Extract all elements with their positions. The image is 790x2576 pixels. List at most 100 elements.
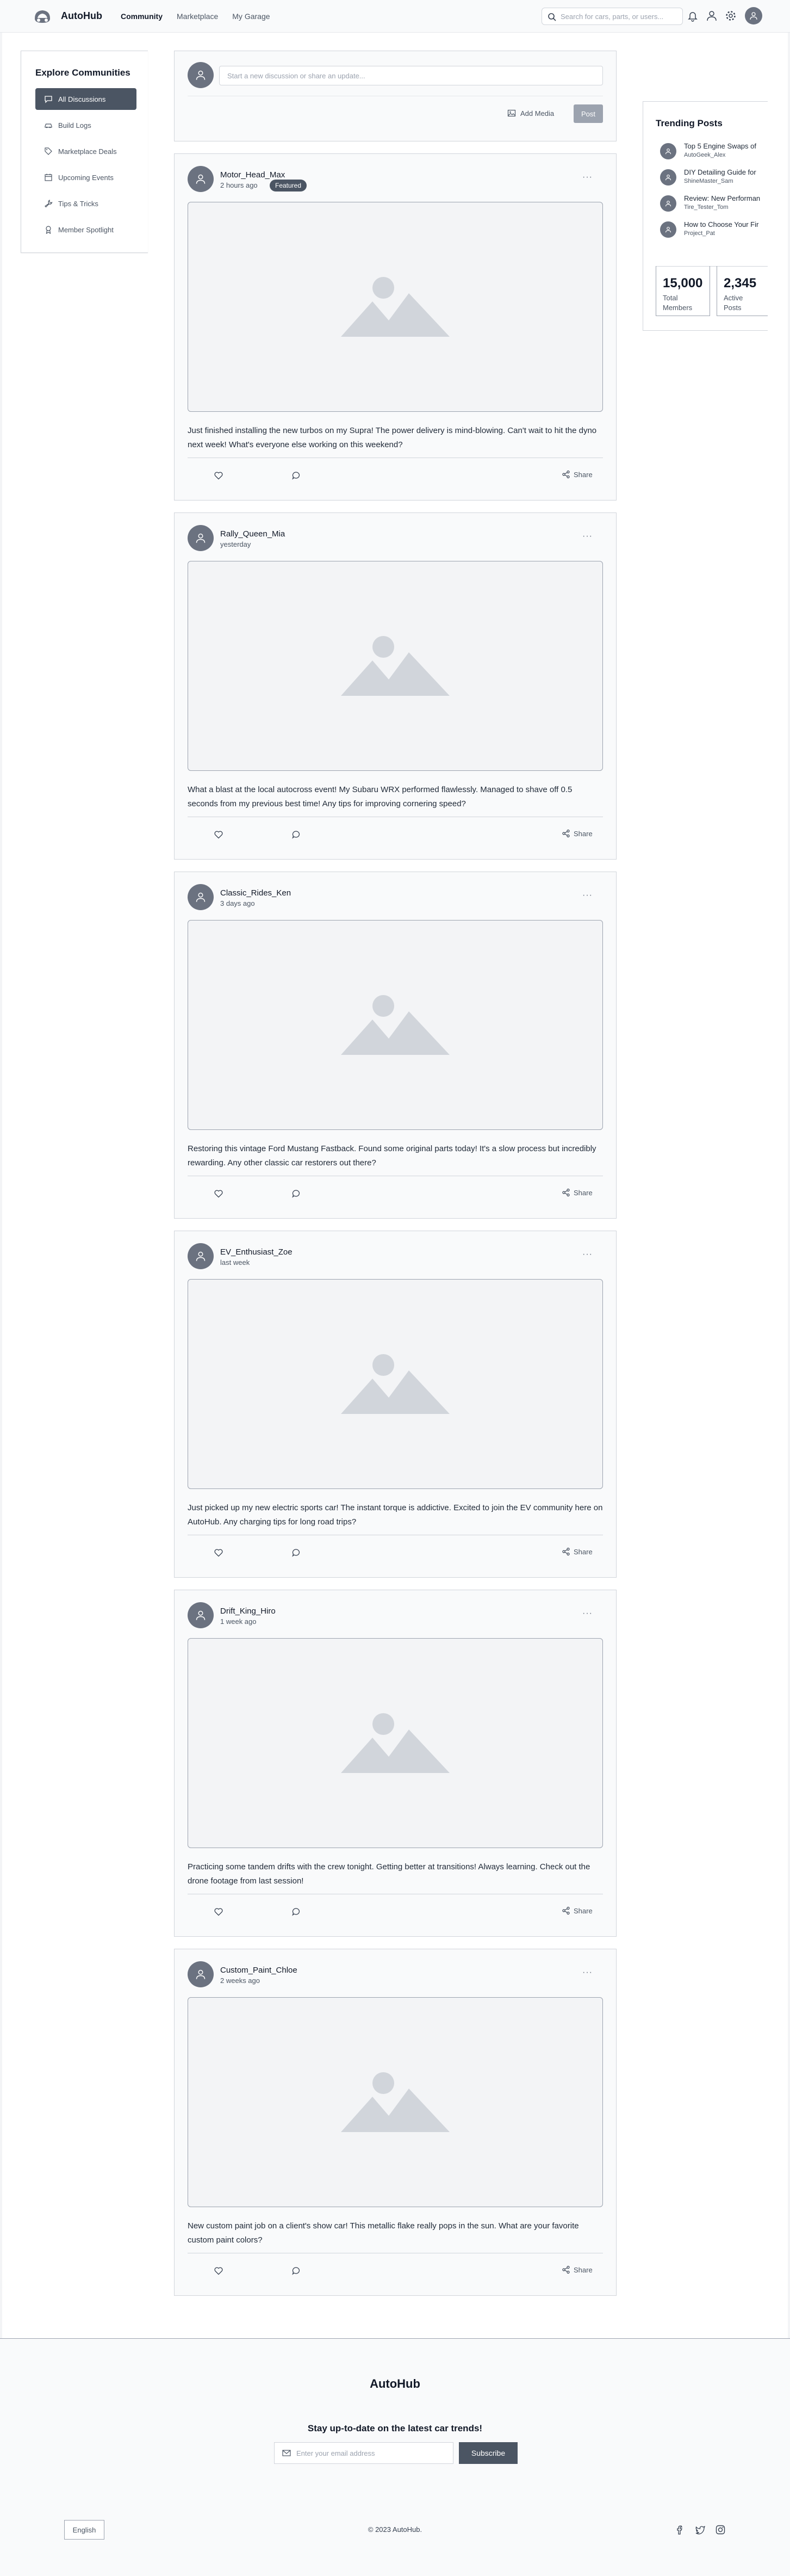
avatar-user-icon: [196, 174, 206, 184]
avatar-user-icon: [665, 174, 671, 181]
share-button[interactable]: Share: [562, 1906, 593, 1915]
image-placeholder-icon: [341, 1713, 450, 1773]
instagram-icon[interactable]: [715, 2524, 726, 2535]
post-body: What a blast at the local autocross even…: [188, 785, 573, 808]
post-image-placeholder[interactable]: [188, 1997, 603, 2207]
comment-icon[interactable]: [291, 1548, 301, 1558]
trending-item[interactable]: DIY Detailing Guide for ShineMaster_Sam: [660, 166, 768, 188]
comment-icon[interactable]: [291, 471, 301, 480]
image-placeholder-icon: [341, 995, 450, 1055]
add-media-button[interactable]: Add Media: [507, 109, 554, 118]
tag-icon: [45, 147, 52, 155]
sidebar-item-label: Member Spotlight: [58, 225, 114, 234]
sidebar-item-build-logs[interactable]: Build Logs: [35, 114, 136, 136]
post-image-placeholder[interactable]: [188, 1279, 603, 1489]
bell-icon[interactable]: [687, 10, 699, 22]
post-avatar[interactable]: [188, 1602, 214, 1628]
stat-label: Total Members: [663, 294, 693, 312]
comment-icon[interactable]: [291, 2266, 301, 2276]
post-card: Classic_Rides_Ken 3 days ago ··· Restoring …: [174, 872, 617, 1219]
header-avatar[interactable]: [745, 7, 762, 24]
award-icon: [46, 226, 51, 234]
share-label: Share: [574, 1906, 593, 1915]
more-options-icon[interactable]: ···: [582, 1250, 593, 1259]
share-icon: [562, 1188, 570, 1197]
trending-item-author: Project_Pat: [684, 230, 715, 237]
page: AutoHub Community Marketplace My Garage …: [0, 0, 790, 2576]
sidebar-item-label: Upcoming Events: [58, 173, 114, 182]
trending-item-author: ShineMaster_Sam: [684, 178, 733, 184]
share-label: Share: [574, 829, 593, 838]
post-button[interactable]: Post: [574, 104, 603, 123]
avatar-user-icon: [196, 533, 206, 543]
nav-marketplace[interactable]: Marketplace: [177, 12, 218, 21]
share-button[interactable]: Share: [562, 1188, 593, 1197]
sidebar-item-all-discussions[interactable]: All Discussions: [35, 88, 136, 110]
trending-title: Trending Posts: [656, 118, 723, 128]
heart-icon[interactable]: [214, 1189, 223, 1199]
share-button[interactable]: Share: [562, 2265, 593, 2274]
sidebar-item-upcoming-events[interactable]: Upcoming Events: [35, 166, 136, 188]
brand-name[interactable]: AutoHub: [61, 10, 102, 22]
more-options-icon[interactable]: ···: [582, 1968, 593, 1978]
heart-icon[interactable]: [214, 830, 223, 839]
newsletter-email-input[interactable]: [296, 2449, 449, 2457]
comment-icon[interactable]: [291, 830, 301, 839]
new-discussion-input[interactable]: [219, 66, 603, 85]
post-timestamp: last week: [220, 1258, 250, 1267]
post-username[interactable]: Custom_Paint_Chloe: [220, 1966, 297, 1975]
post-image-placeholder[interactable]: [188, 920, 603, 1130]
more-options-icon[interactable]: ···: [582, 172, 593, 182]
post-avatar[interactable]: [188, 884, 214, 910]
image-placeholder-icon: [341, 277, 450, 337]
twitter-icon[interactable]: [695, 2524, 706, 2535]
share-label: Share: [574, 2265, 593, 2274]
trending-item[interactable]: Review: New Performan Tire_Tester_Tom: [660, 192, 768, 214]
heart-icon[interactable]: [214, 1907, 223, 1917]
more-options-icon[interactable]: ···: [582, 891, 593, 900]
avatar-user-icon: [196, 1610, 206, 1620]
sidebar-item-tips-tricks[interactable]: Tips & Tricks: [35, 193, 136, 214]
autohub-logo-icon[interactable]: [33, 8, 52, 25]
more-options-icon[interactable]: ···: [582, 1609, 593, 1619]
nav-community[interactable]: Community: [121, 12, 163, 21]
post-card: Rally_Queen_Mia yesterday ··· What a blast …: [174, 512, 617, 860]
post-username[interactable]: Classic_Rides_Ken: [220, 888, 291, 898]
facebook-icon[interactable]: [675, 2524, 686, 2535]
post-avatar[interactable]: [188, 166, 214, 192]
user-icon[interactable]: [706, 10, 718, 22]
post-body: Just finished installing the new turbos …: [188, 426, 597, 449]
post-username[interactable]: Drift_King_Hiro: [220, 1607, 276, 1616]
sidebar-item-label: All Discussions: [58, 95, 106, 103]
share-button[interactable]: Share: [562, 829, 593, 838]
post-avatar[interactable]: [188, 1243, 214, 1269]
post-avatar[interactable]: [188, 1961, 214, 1987]
comment-icon[interactable]: [291, 1907, 301, 1917]
post-image-placeholder[interactable]: [188, 561, 603, 771]
share-icon: [562, 1906, 570, 1915]
post-image-placeholder[interactable]: [188, 202, 603, 412]
avatar-user-icon: [665, 200, 671, 207]
share-button[interactable]: Share: [562, 470, 593, 479]
post-image-placeholder[interactable]: [188, 1638, 603, 1848]
share-button[interactable]: Share: [562, 1547, 593, 1556]
subscribe-button[interactable]: Subscribe: [459, 2442, 518, 2464]
heart-icon[interactable]: [214, 1548, 223, 1558]
trending-item[interactable]: Top 5 Engine Swaps of AutoGeek_Alex: [660, 140, 768, 162]
sidebar-item-marketplace-deals[interactable]: Marketplace Deals: [35, 140, 136, 162]
post-username[interactable]: Motor_Head_Max: [220, 170, 285, 180]
comment-icon[interactable]: [291, 1189, 301, 1199]
main-nav: Community Marketplace My Garage: [121, 12, 270, 21]
post-username[interactable]: EV_Enthusiast_Zoe: [220, 1247, 293, 1257]
post-username[interactable]: Rally_Queen_Mia: [220, 529, 285, 539]
heart-icon[interactable]: [214, 471, 223, 480]
heart-icon[interactable]: [214, 2266, 223, 2276]
trending-avatar: [660, 221, 676, 238]
search-input[interactable]: [561, 12, 675, 21]
trending-item[interactable]: How to Choose Your Fir Project_Pat: [660, 218, 768, 240]
post-avatar[interactable]: [188, 525, 214, 551]
gear-icon[interactable]: [725, 10, 737, 22]
nav-my-garage[interactable]: My Garage: [232, 12, 270, 21]
sidebar-item-member-spotlight[interactable]: Member Spotlight: [35, 219, 136, 240]
more-options-icon[interactable]: ···: [582, 532, 593, 541]
